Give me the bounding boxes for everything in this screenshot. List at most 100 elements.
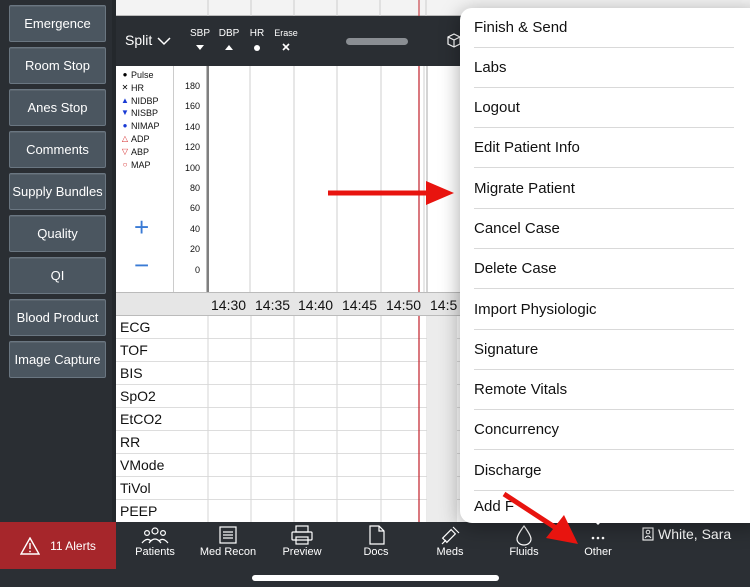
menu-item-import-physiologic[interactable]: Import Physiologic <box>474 290 734 330</box>
user-name: White, Sara <box>658 526 732 542</box>
qi-button[interactable]: QI <box>9 257 106 294</box>
legend-item-nimap: ● NIMAP <box>116 120 173 133</box>
image-capture-button[interactable]: Image Capture <box>9 341 106 378</box>
nav-label: Preview <box>282 546 322 558</box>
nav-label: Patients <box>135 546 175 558</box>
sbp-tool[interactable]: SBP <box>188 28 212 57</box>
list-icon <box>219 526 237 544</box>
nav-meds[interactable]: Meds <box>415 524 485 558</box>
split-label[interactable]: Split <box>125 32 152 48</box>
y-tick: 100 <box>184 163 200 173</box>
triangle-up-icon <box>225 45 233 50</box>
hr-tool[interactable]: HR <box>246 28 268 57</box>
action-sidebar: Emergence Room Stop Anes Stop Comments S… <box>0 0 112 522</box>
emergence-button[interactable]: Emergence <box>9 5 106 42</box>
legend-item-nidbp: ▲ NIDBP <box>121 95 159 106</box>
row-label: TiVol <box>120 480 151 496</box>
time-label: 14:35 <box>255 297 291 313</box>
row-label: VMode <box>120 457 165 473</box>
y-tick: 20 <box>189 244 200 254</box>
comments-button[interactable]: Comments <box>9 131 106 168</box>
blood-product-button[interactable]: Blood Product <box>9 299 106 336</box>
menu-item-remote-vitals[interactable]: Remote Vitals <box>474 370 734 410</box>
menu-item-finish-send[interactable]: Finish & Send <box>474 8 734 48</box>
drag-handle[interactable] <box>346 38 408 45</box>
row-label: PEEP <box>120 503 158 519</box>
nav-docs[interactable]: Docs <box>341 524 411 558</box>
other-menu-popover: Finish & Send Labs Logout Edit Patient I… <box>460 8 750 523</box>
dot-icon <box>254 45 260 51</box>
home-indicator[interactable] <box>252 575 499 581</box>
triangle-down-icon: ▼ <box>121 108 129 118</box>
legend-item-adp: △ ADP <box>121 133 150 144</box>
x-icon <box>282 43 290 51</box>
patients-icon <box>141 527 169 544</box>
y-axis: 180 160 140 120 100 80 60 40 20 0 <box>174 66 207 292</box>
y-tick: 140 <box>184 122 200 132</box>
legend-item-abp: ▽ ABP <box>121 146 150 157</box>
room-stop-button[interactable]: Room Stop <box>9 47 106 84</box>
row-label: ECG <box>120 319 151 335</box>
triangle-outline-up-icon: △ <box>121 133 129 143</box>
user-badge-icon <box>642 527 654 541</box>
menu-item-delete-case[interactable]: Delete Case <box>474 249 734 289</box>
nav-preview[interactable]: Preview <box>267 524 337 558</box>
y-tick: 40 <box>189 224 200 234</box>
nav-med-recon[interactable]: Med Recon <box>193 524 263 558</box>
alerts-label: 11 Alerts <box>50 538 96 553</box>
dbp-label: DBP <box>218 28 240 39</box>
menu-item-labs[interactable]: Labs <box>474 48 734 88</box>
user-badge[interactable]: White, Sara <box>642 526 731 542</box>
x-icon: ✕ <box>121 82 129 92</box>
syringe-icon <box>441 526 460 545</box>
document-icon <box>369 525 385 545</box>
y-tick: 180 <box>184 81 200 91</box>
nav-label: Other <box>584 546 612 558</box>
time-label: 14:5 <box>430 297 458 313</box>
menu-item-logout[interactable]: Logout <box>474 88 734 128</box>
menu-item-discharge[interactable]: Discharge <box>474 451 734 491</box>
chevron-down-icon[interactable] <box>157 36 171 46</box>
row-label: RR <box>120 434 141 450</box>
nav-label: Med Recon <box>199 546 257 558</box>
y-tick: 80 <box>189 183 200 193</box>
warning-icon <box>20 536 41 555</box>
y-tick: 0 <box>194 265 200 275</box>
menu-item-signature[interactable]: Signature <box>474 330 734 370</box>
circle-outline-icon: ○ <box>122 159 128 169</box>
bottom-navigation: 11 Alerts Patients Med Recon Preview Doc… <box>0 522 750 587</box>
anes-stop-button[interactable]: Anes Stop <box>9 89 106 126</box>
menu-item-migrate-patient[interactable]: Migrate Patient <box>474 169 734 209</box>
legend-item-hr: ✕ HR <box>121 82 144 93</box>
dot-icon: ● <box>122 121 128 131</box>
legend-item-map: ○ MAP <box>116 159 173 172</box>
y-tick: 60 <box>189 203 200 213</box>
menu-item-concurrency[interactable]: Concurrency <box>474 410 734 450</box>
y-tick: 120 <box>184 142 200 152</box>
menu-item-cancel-case[interactable]: Cancel Case <box>474 209 734 249</box>
time-label: 14:45 <box>342 297 378 313</box>
quality-button[interactable]: Quality <box>9 215 106 252</box>
time-label: 14:40 <box>298 297 334 313</box>
nav-label: Meds <box>436 546 464 558</box>
hr-label: HR <box>249 28 265 39</box>
menu-item-edit-patient-info[interactable]: Edit Patient Info <box>474 128 734 168</box>
legend-item-nisbp: ▼ NISBP <box>121 108 159 119</box>
dot-icon: ● <box>122 70 128 79</box>
time-label: 14:50 <box>386 297 422 313</box>
popover-tail <box>587 514 609 525</box>
app-root: Emergence Room Stop Anes Stop Comments S… <box>0 0 750 587</box>
zoom-out-button[interactable]: − <box>134 252 149 278</box>
row-label: BIS <box>120 365 143 381</box>
alerts-button[interactable]: 11 Alerts <box>0 522 116 569</box>
row-label: TOF <box>120 342 148 358</box>
y-tick: 160 <box>184 101 200 111</box>
erase-tool[interactable]: Erase <box>272 28 300 56</box>
triangle-outline-down-icon: ▽ <box>121 146 129 156</box>
supply-bundles-button[interactable]: Supply Bundles <box>9 173 106 210</box>
zoom-in-button[interactable]: + <box>134 214 149 240</box>
nav-patients[interactable]: Patients <box>120 524 190 558</box>
time-label: 14:30 <box>211 297 247 313</box>
dbp-tool[interactable]: DBP <box>217 28 241 57</box>
printer-icon <box>291 525 313 545</box>
